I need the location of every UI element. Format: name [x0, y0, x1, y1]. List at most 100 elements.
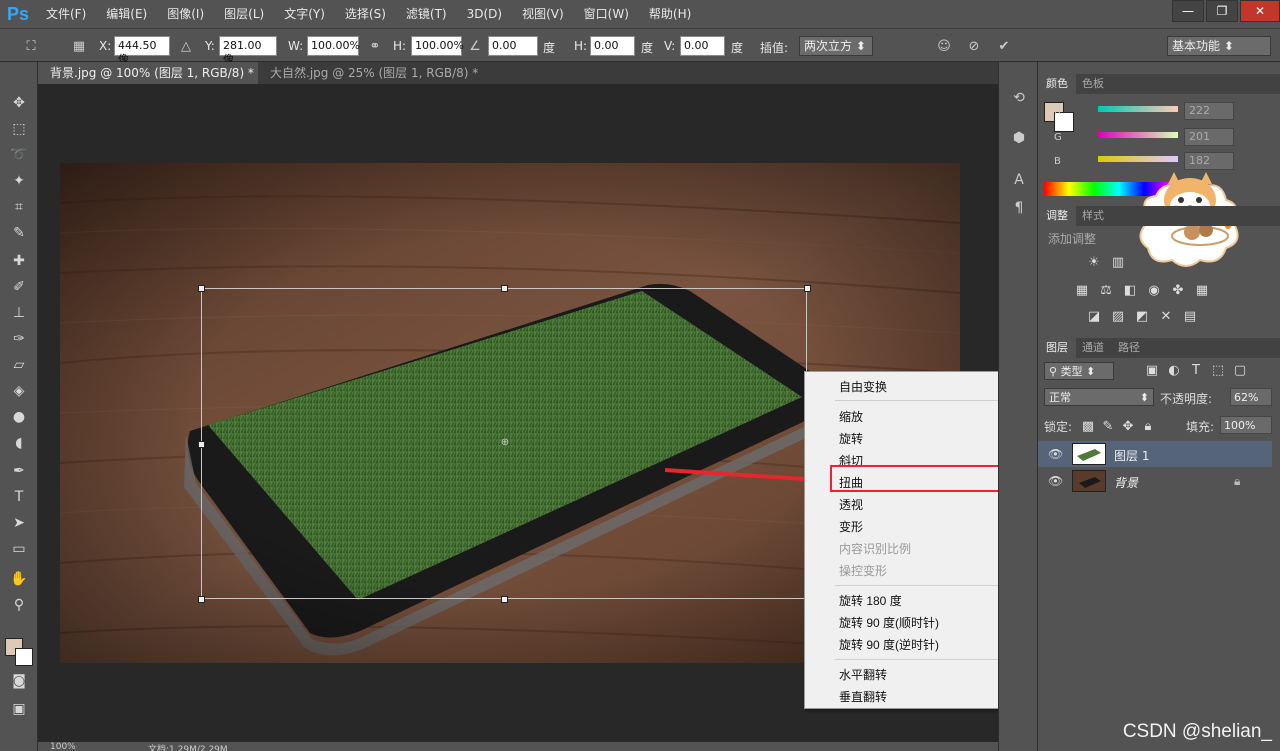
history-panel-icon[interactable]: ⟲	[1009, 88, 1029, 108]
warp-mode-icon[interactable]: ☺	[935, 37, 953, 55]
r-value[interactable]: 222	[1184, 102, 1234, 120]
eraser-tool-icon[interactable]: ▱	[8, 354, 30, 376]
layer-row-background[interactable]: 👁︎ 背景 🔒︎	[1038, 468, 1272, 494]
r-slider[interactable]	[1098, 106, 1178, 112]
type-tool-icon[interactable]: T	[8, 486, 30, 508]
menu-select[interactable]: 选择(S)	[335, 0, 396, 28]
menu-item-flip-horizontal[interactable]: 水平翻转	[839, 666, 887, 683]
menu-3d[interactable]: 3D(D)	[457, 0, 512, 28]
dodge-tool-icon[interactable]: ◖	[8, 432, 30, 454]
minimize-button[interactable]: —	[1172, 0, 1204, 22]
tab-channels[interactable]: 通道	[1074, 338, 1112, 358]
screen-mode-icon[interactable]: ▣	[8, 698, 30, 720]
move-tool-icon[interactable]: ✥	[8, 92, 30, 114]
tab-swatches[interactable]: 色板	[1074, 74, 1112, 94]
eyedropper-tool-icon[interactable]: ✎	[8, 222, 30, 244]
paint-bucket-tool-icon[interactable]: ◈	[8, 380, 30, 402]
filter-adjustment-icon[interactable]: ◐	[1166, 362, 1182, 378]
menu-filter[interactable]: 滤镜(T)	[396, 0, 457, 28]
menu-item-perspective[interactable]: 透视	[839, 496, 863, 513]
background-color-swatch[interactable]	[15, 648, 33, 666]
angle-field[interactable]: 0.00	[488, 36, 538, 56]
marquee-tool-icon[interactable]: ⬚	[8, 118, 30, 140]
filter-pixel-icon[interactable]: ▣	[1144, 362, 1160, 378]
menu-file[interactable]: 文件(F)	[36, 0, 96, 28]
brightness-icon[interactable]: ☀	[1086, 254, 1102, 270]
transform-handle[interactable]	[501, 285, 508, 292]
tab-adjustments[interactable]: 调整	[1038, 206, 1076, 226]
transform-handle[interactable]	[198, 285, 205, 292]
interpolation-select[interactable]: 两次立方 ⬍	[799, 36, 873, 56]
paragraph-panel-icon[interactable]: ¶	[1009, 198, 1029, 218]
selective-color-icon[interactable]: ✕	[1158, 308, 1174, 324]
photo-filter-icon[interactable]: ◉	[1146, 282, 1162, 298]
posterize-icon[interactable]: ▨	[1110, 308, 1126, 324]
black-white-icon[interactable]: ◧	[1122, 282, 1138, 298]
link-icon[interactable]: ⚭	[366, 37, 384, 55]
menu-item-flip-vertical[interactable]: 垂直翻转	[839, 688, 887, 705]
brush-tool-icon[interactable]: ✐	[8, 276, 30, 298]
filter-type-icon[interactable]: T	[1188, 362, 1204, 378]
opacity-field[interactable]: 62%	[1230, 388, 1272, 406]
blend-mode-select[interactable]: 正常 ⬍	[1044, 388, 1154, 406]
tab-color[interactable]: 颜色	[1038, 74, 1076, 94]
rectangle-tool-icon[interactable]: ▭	[8, 538, 30, 560]
layer-name[interactable]: 图层 1	[1114, 447, 1149, 464]
tab-styles[interactable]: 样式	[1074, 206, 1112, 226]
menu-edit[interactable]: 编辑(E)	[96, 0, 157, 28]
y-field[interactable]: 281.00 像	[219, 36, 277, 66]
g-value[interactable]: 201	[1184, 128, 1234, 146]
zoom-tool-icon[interactable]: ⚲	[8, 594, 30, 616]
lasso-tool-icon[interactable]: ➰	[8, 144, 30, 166]
pen-tool-icon[interactable]: ✒	[8, 460, 30, 482]
commit-transform-icon[interactable]: ✔	[995, 37, 1013, 55]
zoom-level[interactable]: 100%	[50, 742, 76, 751]
history-brush-tool-icon[interactable]: ✑	[8, 328, 30, 350]
menu-help[interactable]: 帮助(H)	[639, 0, 701, 28]
reference-point-icon[interactable]: ▦	[70, 37, 88, 55]
menu-type[interactable]: 文字(Y)	[274, 0, 335, 28]
restore-button[interactable]: ❐	[1206, 0, 1238, 22]
color-balance-icon[interactable]: ⚖	[1098, 282, 1114, 298]
menu-item-free-transform[interactable]: 自由变换	[839, 378, 887, 395]
color-lookup-icon[interactable]: ▦	[1194, 282, 1210, 298]
filter-smart-object-icon[interactable]: ▢	[1232, 362, 1248, 378]
character-panel-icon[interactable]: A	[1009, 170, 1029, 190]
tab-nature-jpg[interactable]: 大自然.jpg @ 25% (图层 1, RGB/8) * ×	[258, 62, 488, 102]
menu-item-rotate[interactable]: 旋转	[839, 430, 863, 447]
workspace-select[interactable]: 基本功能 ⬍	[1167, 36, 1271, 56]
quick-mask-icon[interactable]: ◙	[8, 670, 30, 692]
stamp-tool-icon[interactable]: ⊥	[8, 302, 30, 324]
hskew-field[interactable]: 0.00	[590, 36, 635, 56]
healing-brush-tool-icon[interactable]: ✚	[8, 250, 30, 272]
menu-window[interactable]: 窗口(W)	[574, 0, 639, 28]
menu-layer[interactable]: 图层(L)	[214, 0, 274, 28]
menu-item-rotate-180[interactable]: 旋转 180 度	[839, 592, 902, 609]
cancel-transform-icon[interactable]: ⊘	[965, 37, 983, 55]
menu-item-warp[interactable]: 变形	[839, 518, 863, 535]
tab-paths[interactable]: 路径	[1110, 338, 1148, 358]
transform-handle[interactable]	[198, 596, 205, 603]
gradient-map-icon[interactable]: ▤	[1182, 308, 1198, 324]
blur-tool-icon[interactable]: ●	[8, 406, 30, 428]
threshold-icon[interactable]: ◩	[1134, 308, 1150, 324]
transform-handle[interactable]	[804, 285, 811, 292]
visibility-eye-icon[interactable]: 👁︎	[1048, 447, 1063, 461]
height-field[interactable]: 100.00%	[411, 36, 464, 56]
path-selection-tool-icon[interactable]: ➤	[8, 512, 30, 534]
layer-row-layer1[interactable]: 👁︎ 图层 1	[1038, 441, 1272, 467]
menu-view[interactable]: 视图(V)	[512, 0, 574, 28]
menu-item-rotate-90-cw[interactable]: 旋转 90 度(顺时针)	[839, 614, 939, 631]
invert-icon[interactable]: ◪	[1086, 308, 1102, 324]
magic-wand-tool-icon[interactable]: ✦	[8, 170, 30, 192]
vskew-field[interactable]: 0.00	[680, 36, 725, 56]
transform-center-icon[interactable]: ⊕	[500, 438, 510, 448]
channel-mixer-icon[interactable]: ✤	[1170, 282, 1186, 298]
visibility-eye-icon[interactable]: 👁︎	[1048, 474, 1063, 488]
menu-item-scale[interactable]: 缩放	[839, 408, 863, 425]
tab-background-jpg[interactable]: 背景.jpg @ 100% (图层 1, RGB/8) * ×	[38, 62, 258, 102]
filter-shape-icon[interactable]: ⬚	[1210, 362, 1226, 378]
transform-handle[interactable]	[501, 596, 508, 603]
fill-field[interactable]: 100%	[1220, 416, 1272, 434]
layer-filter-select[interactable]: ⚲ 类型 ⬍	[1044, 362, 1114, 380]
